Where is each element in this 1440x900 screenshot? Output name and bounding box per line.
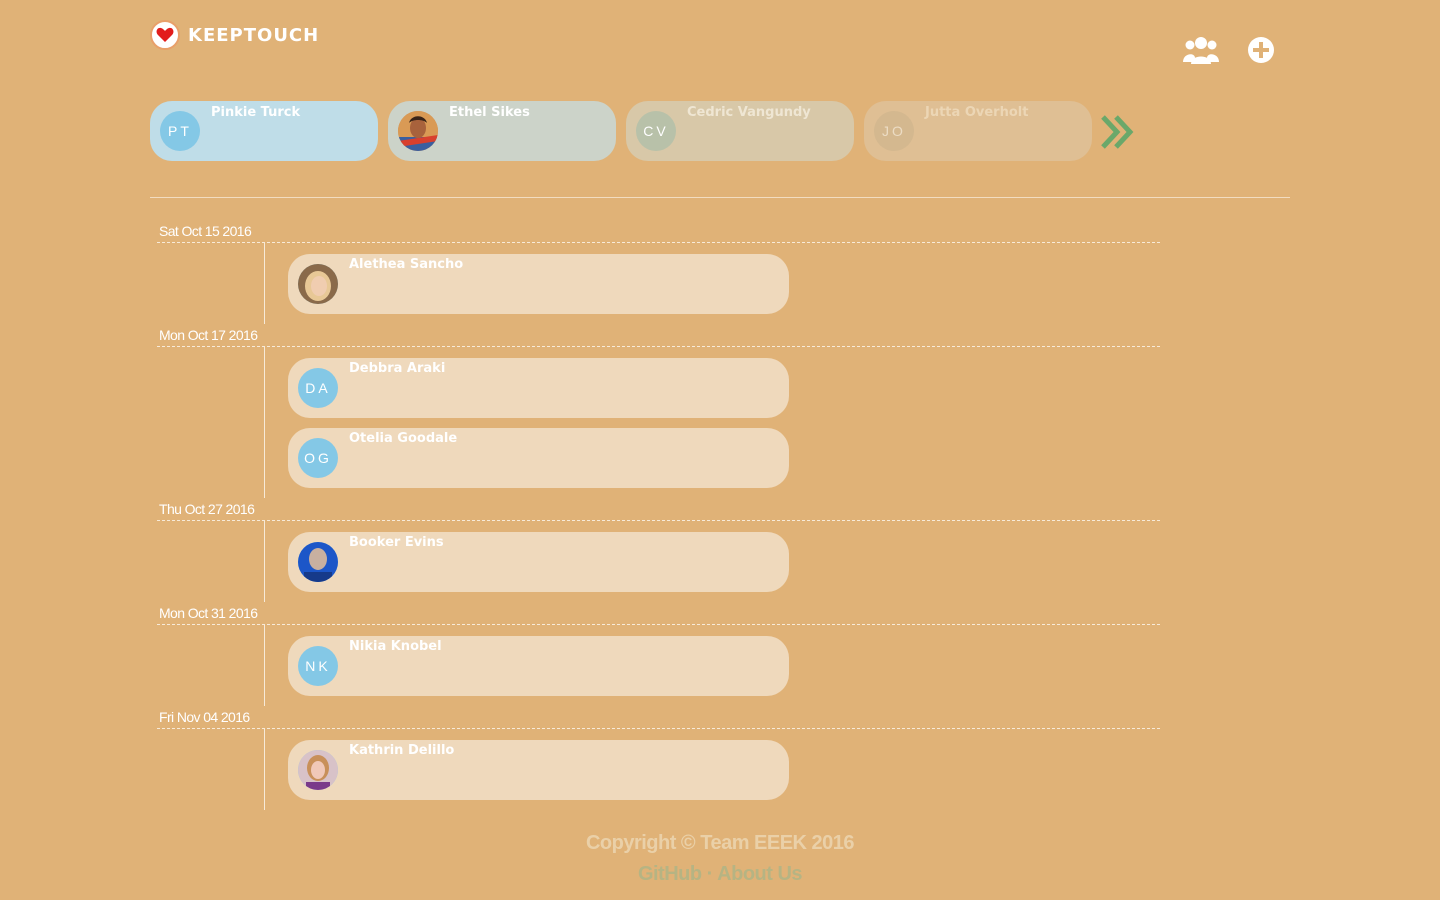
favorite-name: Ethel Sikes bbox=[449, 105, 530, 120]
about-us-link[interactable]: About Us bbox=[717, 863, 802, 885]
timeline-entry[interactable]: Kathrin Delillo bbox=[288, 740, 789, 800]
plus-circle-icon bbox=[1248, 37, 1274, 63]
favorite-card[interactable]: PT Pinkie Turck bbox=[150, 101, 378, 161]
entry-name: Nikia Knobel bbox=[349, 639, 442, 654]
timeline-day: Thu Oct 27 2016 Booker Evins bbox=[150, 498, 1160, 602]
footer: Copyright © Team EEEK 2016 GitHub · Abou… bbox=[0, 832, 1440, 886]
avatar bbox=[398, 111, 438, 151]
avatar-photo-icon bbox=[398, 111, 438, 151]
groups-button[interactable] bbox=[1183, 33, 1219, 67]
avatar bbox=[298, 264, 338, 304]
entry-name: Debbra Araki bbox=[349, 361, 446, 376]
day-date: Sat Oct 15 2016 bbox=[157, 220, 1160, 243]
entry-name: Otelia Goodale bbox=[349, 431, 458, 446]
timeline-entry[interactable]: Alethea Sancho bbox=[288, 254, 789, 314]
entry-name: Booker Evins bbox=[349, 535, 444, 550]
page: KEEPTOUCH PT Pinkie Turck Ethel Sikes CV… bbox=[0, 0, 1440, 900]
footer-links: GitHub · About Us bbox=[0, 863, 1440, 886]
avatar-photo-icon bbox=[298, 542, 338, 582]
avatar-photo-icon bbox=[298, 264, 338, 304]
avatar-photo-icon bbox=[298, 750, 338, 790]
timeline-day: Fri Nov 04 2016 Kathrin Delillo bbox=[150, 706, 1160, 810]
favorite-name: Cedric Vangundy bbox=[687, 105, 811, 120]
day-date: Mon Oct 17 2016 bbox=[157, 324, 1160, 347]
double-chevron-right-icon bbox=[1101, 115, 1134, 149]
day-date: Thu Oct 27 2016 bbox=[157, 498, 1160, 521]
avatar: OG bbox=[298, 438, 338, 478]
heart-logo-icon bbox=[150, 20, 180, 50]
footer-separator: · bbox=[706, 863, 714, 885]
timeline-entry[interactable]: NK Nikia Knobel bbox=[288, 636, 789, 696]
favorite-name: Pinkie Turck bbox=[211, 105, 301, 120]
timeline-day: Mon Oct 31 2016 NK Nikia Knobel bbox=[150, 602, 1160, 706]
avatar: PT bbox=[160, 111, 200, 151]
day-date: Mon Oct 31 2016 bbox=[157, 602, 1160, 625]
entry-name: Kathrin Delillo bbox=[349, 743, 455, 758]
app-name: KEEPTOUCH bbox=[188, 24, 320, 46]
app-logo[interactable]: KEEPTOUCH bbox=[150, 20, 319, 50]
day-entries: Booker Evins bbox=[264, 521, 1160, 602]
avatar: NK bbox=[298, 646, 338, 686]
day-entries: Alethea Sancho bbox=[264, 243, 1160, 324]
favorite-card[interactable]: Ethel Sikes bbox=[388, 101, 616, 161]
next-favorites-button[interactable] bbox=[1100, 113, 1140, 153]
day-entries: Kathrin Delillo bbox=[264, 729, 1160, 810]
day-date: Fri Nov 04 2016 bbox=[157, 706, 1160, 729]
timeline-entry[interactable]: Booker Evins bbox=[288, 532, 789, 592]
github-link[interactable]: GitHub bbox=[638, 863, 702, 885]
avatar: CV bbox=[636, 111, 676, 151]
timeline-entry[interactable]: DA Debbra Araki bbox=[288, 358, 789, 418]
avatar: JO bbox=[874, 111, 914, 151]
avatar bbox=[298, 750, 338, 790]
favorite-card[interactable]: CV Cedric Vangundy bbox=[626, 101, 854, 161]
day-entries: DA Debbra Araki OG Otelia Goodale bbox=[264, 347, 1160, 498]
timeline-entry[interactable]: OG Otelia Goodale bbox=[288, 428, 789, 488]
group-icon bbox=[1183, 37, 1219, 64]
favorite-name: Jutta Overholt bbox=[925, 105, 1029, 120]
entry-name: Alethea Sancho bbox=[349, 257, 464, 272]
avatar bbox=[298, 542, 338, 582]
add-contact-button[interactable] bbox=[1246, 33, 1276, 67]
avatar: DA bbox=[298, 368, 338, 408]
day-entries: NK Nikia Knobel bbox=[264, 625, 1160, 706]
timeline-day: Sat Oct 15 2016 Alethea Sancho bbox=[150, 220, 1160, 324]
timeline-day: Mon Oct 17 2016 DA Debbra Araki OG Oteli… bbox=[150, 324, 1160, 498]
copyright-text: Copyright © Team EEEK 2016 bbox=[585, 832, 855, 854]
contact-timeline: Sat Oct 15 2016 Alethea Sancho Mon Oct 1… bbox=[150, 220, 1160, 810]
favorite-card[interactable]: JO Jutta Overholt bbox=[864, 101, 1092, 161]
header-divider bbox=[150, 197, 1290, 198]
